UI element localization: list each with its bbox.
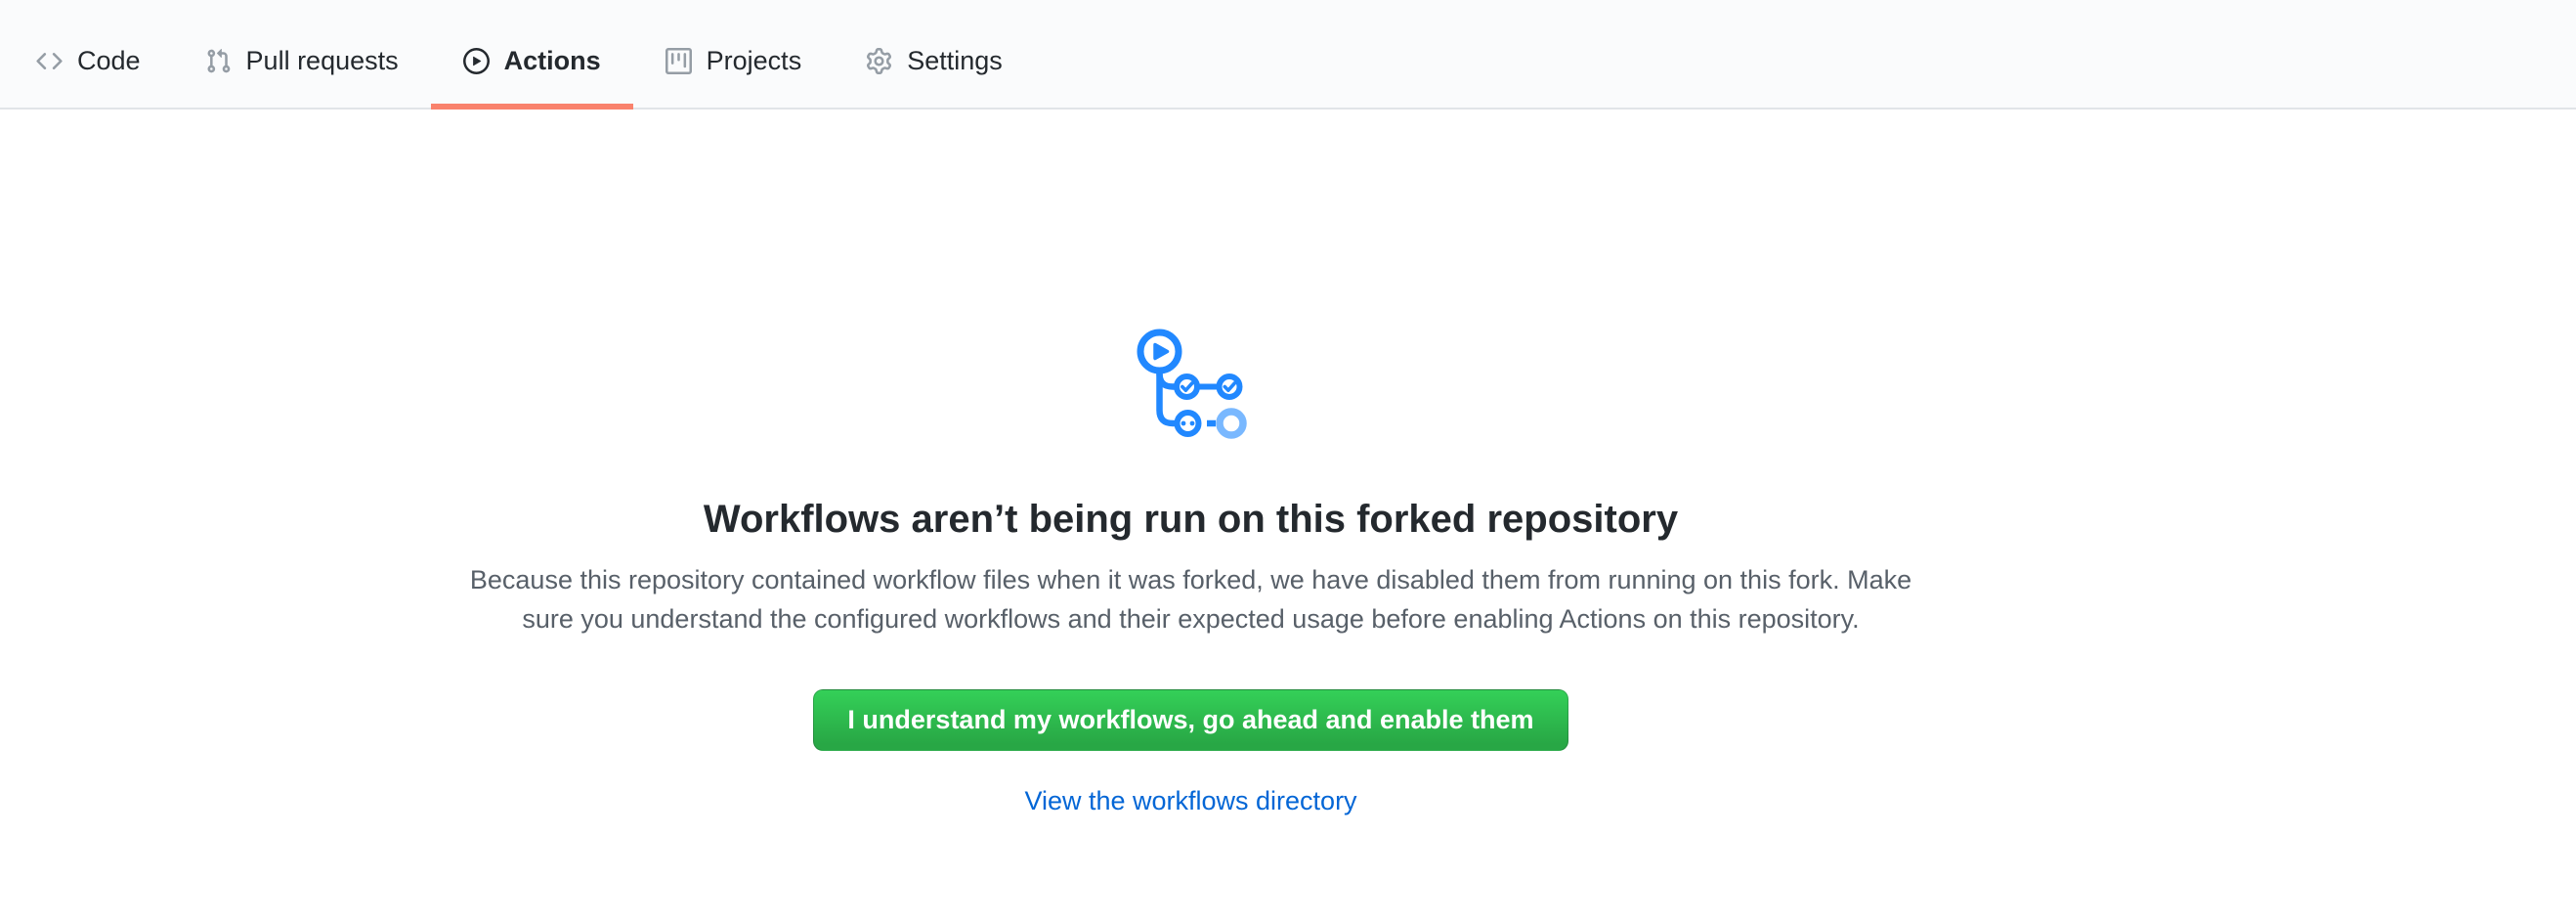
blankslate-description: Because this repository contained workfl… <box>0 560 2382 638</box>
view-workflows-link[interactable]: View the workflows directory <box>1024 786 1356 815</box>
repo-tab-bar: Code Pull requests Actions Projects Sett… <box>0 0 2576 110</box>
description-line-1: Because this repository contained workfl… <box>0 560 2382 599</box>
tab-label: Code <box>77 48 141 74</box>
description-line-2: sure you understand the configured workf… <box>0 599 2382 638</box>
blankslate-heading: Workflows aren’t being run on this forke… <box>0 496 2382 543</box>
tab-label: Actions <box>504 48 601 74</box>
tab-code[interactable]: Code <box>4 0 173 108</box>
play-icon <box>463 48 490 74</box>
tab-label: Settings <box>907 48 1003 74</box>
tab-label: Pull requests <box>246 48 399 74</box>
tab-settings[interactable]: Settings <box>834 0 1035 108</box>
tab-label: Projects <box>707 48 802 74</box>
project-icon <box>665 48 692 74</box>
blankslate: Workflows aren’t being run on this forke… <box>0 110 2382 816</box>
tab-actions[interactable]: Actions <box>431 0 633 108</box>
actions-disabled-page: Workflows aren’t being run on this forke… <box>0 110 2576 816</box>
code-icon <box>36 48 63 74</box>
tab-projects[interactable]: Projects <box>633 0 835 108</box>
actions-workflow-icon <box>1133 325 1250 442</box>
enable-workflows-button[interactable]: I understand my workflows, go ahead and … <box>813 689 1567 751</box>
tab-pull-requests[interactable]: Pull requests <box>173 0 431 108</box>
gear-icon <box>866 48 892 74</box>
git-pull-request-icon <box>205 48 232 74</box>
